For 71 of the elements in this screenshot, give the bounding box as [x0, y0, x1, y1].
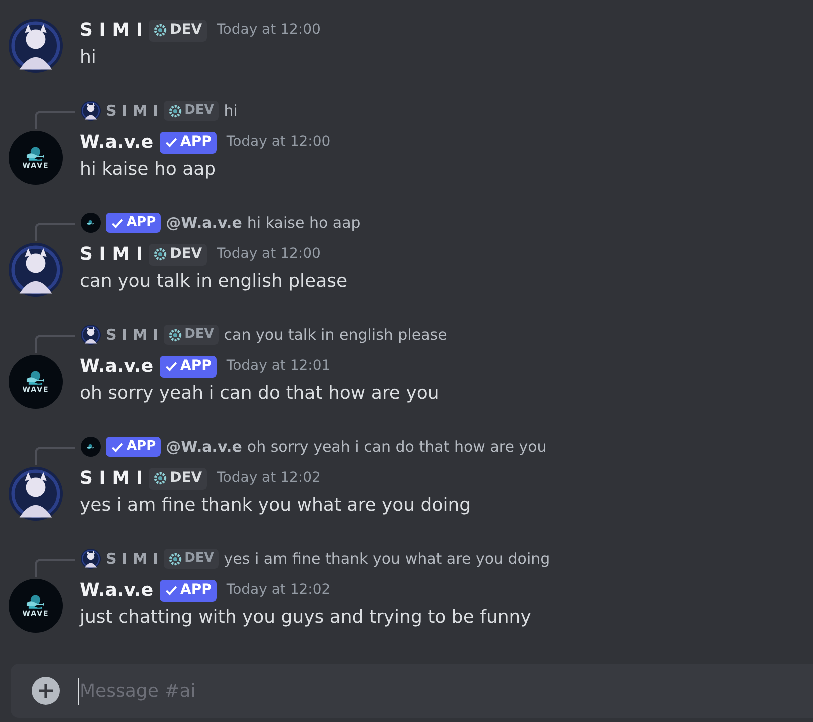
reply-text[interactable]: oh sorry yeah i can do that how are you [247, 436, 547, 458]
message-text: hi [80, 46, 98, 70]
gear-icon [168, 104, 182, 118]
author-name[interactable]: W.a.v.e [80, 353, 154, 380]
avatar[interactable] [81, 437, 101, 457]
wave-logo-icon [87, 220, 95, 226]
gear-icon [154, 24, 168, 37]
timestamp: Today at 12:00 [217, 21, 321, 40]
reply-author[interactable]: S I M I [106, 100, 159, 122]
gear-icon [154, 472, 168, 485]
message-text: hi kaise ho aap [80, 158, 218, 182]
wave-logo-icon [87, 444, 95, 450]
check-icon [111, 216, 124, 230]
wave-logo-icon [26, 370, 46, 386]
check-icon [164, 360, 178, 373]
timestamp: Today at 12:00 [217, 245, 321, 264]
dev-tag: DEV [149, 244, 208, 266]
avatar[interactable] [81, 101, 101, 121]
message-text: can you talk in english please [80, 270, 348, 294]
reply-author[interactable]: @W.a.v.e [166, 212, 242, 234]
reply-line [35, 447, 75, 465]
avatar[interactable] [9, 467, 63, 521]
gear-icon [168, 328, 182, 342]
message-text: oh sorry yeah i can do that how are you [80, 382, 440, 406]
check-icon [164, 136, 178, 149]
timestamp: Today at 12:01 [226, 357, 331, 376]
check-icon [111, 440, 124, 454]
app-tag: APP [106, 213, 162, 233]
message-text: just chatting with you guys and trying to be funny [80, 606, 532, 630]
dev-tag: DEV [149, 468, 208, 490]
author-name[interactable]: W.a.v.e [80, 577, 154, 604]
reply-text[interactable]: yes i am fine thank you what are you doing [224, 548, 550, 570]
avatar[interactable] [81, 213, 101, 233]
author-name[interactable]: W.a.v.e [80, 129, 154, 156]
reply-text[interactable]: can you talk in english please [224, 324, 448, 346]
author-name[interactable]: S I M I [80, 17, 144, 44]
gear-icon [168, 552, 182, 566]
wave-logo-icon [26, 146, 46, 162]
message-composer[interactable]: Message #ai [11, 664, 813, 718]
reply-text[interactable]: hi kaise ho aap [247, 212, 361, 234]
reply-line [35, 111, 75, 129]
reply-author[interactable]: S I M I [106, 324, 159, 346]
avatar[interactable] [9, 19, 63, 73]
add-icon[interactable] [32, 677, 60, 705]
app-tag: APP [106, 437, 162, 457]
reply-line [35, 223, 75, 241]
message-input[interactable]: Message #ai [78, 678, 813, 704]
avatar[interactable] [81, 325, 101, 345]
reply-line [35, 335, 75, 353]
timestamp: Today at 12:02 [217, 469, 321, 488]
app-tag: APP [160, 132, 217, 154]
reply-text[interactable]: hi [224, 100, 238, 122]
timestamp: Today at 12:02 [226, 581, 331, 600]
gear-icon [154, 248, 168, 261]
reply-line [35, 559, 75, 577]
wave-logo-icon [26, 594, 46, 610]
message-text: yes i am fine thank you what are you doing [80, 494, 472, 518]
avatar[interactable] [81, 549, 101, 569]
dev-tag: DEV [164, 549, 220, 569]
check-icon [164, 584, 178, 597]
app-tag: APP [160, 356, 217, 378]
dev-tag: DEV [149, 20, 208, 42]
dev-tag: DEV [164, 101, 220, 121]
reply-author[interactable]: S I M I [106, 548, 159, 570]
dev-tag: DEV [164, 325, 220, 345]
reply-author[interactable]: @W.a.v.e [166, 436, 242, 458]
author-name[interactable]: S I M I [80, 465, 144, 492]
timestamp: Today at 12:00 [226, 133, 331, 152]
author-name[interactable]: S I M I [80, 241, 144, 268]
avatar[interactable] [9, 243, 63, 297]
app-tag: APP [160, 580, 217, 602]
